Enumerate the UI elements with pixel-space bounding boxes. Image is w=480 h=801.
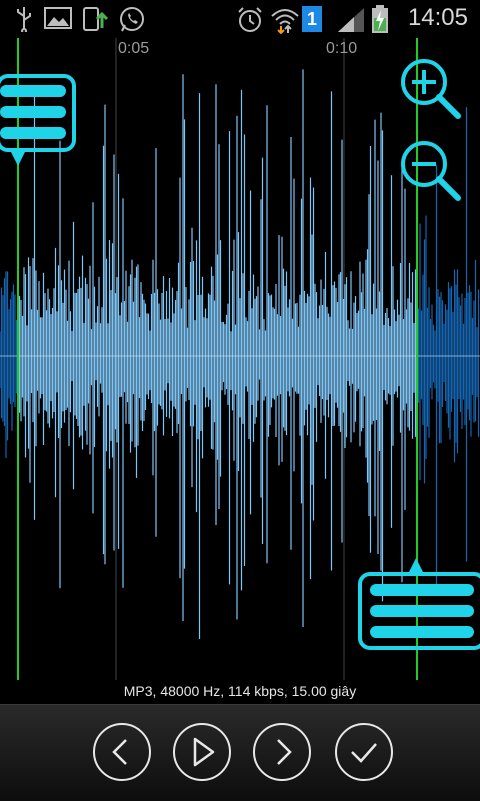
- wifi-icon: [271, 9, 299, 34]
- play-icon: [193, 737, 215, 767]
- alarm-icon: [238, 7, 262, 32]
- whatsapp-icon: [120, 7, 144, 32]
- confirm-button[interactable]: [335, 723, 393, 781]
- usb-icon: [17, 7, 31, 32]
- status-bar: 1 14:05: [0, 0, 480, 38]
- image-icon: [44, 7, 72, 29]
- zoom-in-button[interactable]: [398, 56, 462, 120]
- chevron-left-icon: [112, 739, 127, 765]
- zoom-in-icon: [401, 59, 461, 119]
- zoom-out-icon: [401, 141, 461, 201]
- checkmark-icon: [351, 743, 377, 763]
- signal-icon: [338, 8, 364, 32]
- battery-icon: [372, 5, 388, 33]
- next-button[interactable]: [253, 723, 311, 781]
- bottom-toolbar: [0, 704, 480, 801]
- play-button[interactable]: [173, 723, 231, 781]
- notification-badge: 1: [302, 6, 322, 32]
- chevron-right-icon: [277, 739, 292, 765]
- start-marker-handle[interactable]: [0, 72, 80, 172]
- previous-button[interactable]: [93, 723, 151, 781]
- audio-info-text: MP3, 48000 Hz, 114 kbps, 15.00 giây: [123, 683, 357, 699]
- timeline-marker-5s: 0:05: [118, 40, 150, 57]
- timeline-marker-10s: 0:10: [326, 40, 358, 57]
- end-marker-handle[interactable]: [356, 556, 480, 656]
- zoom-out-button[interactable]: [398, 138, 462, 202]
- clock: 14:05: [407, 4, 468, 31]
- upload-icon: [83, 7, 109, 31]
